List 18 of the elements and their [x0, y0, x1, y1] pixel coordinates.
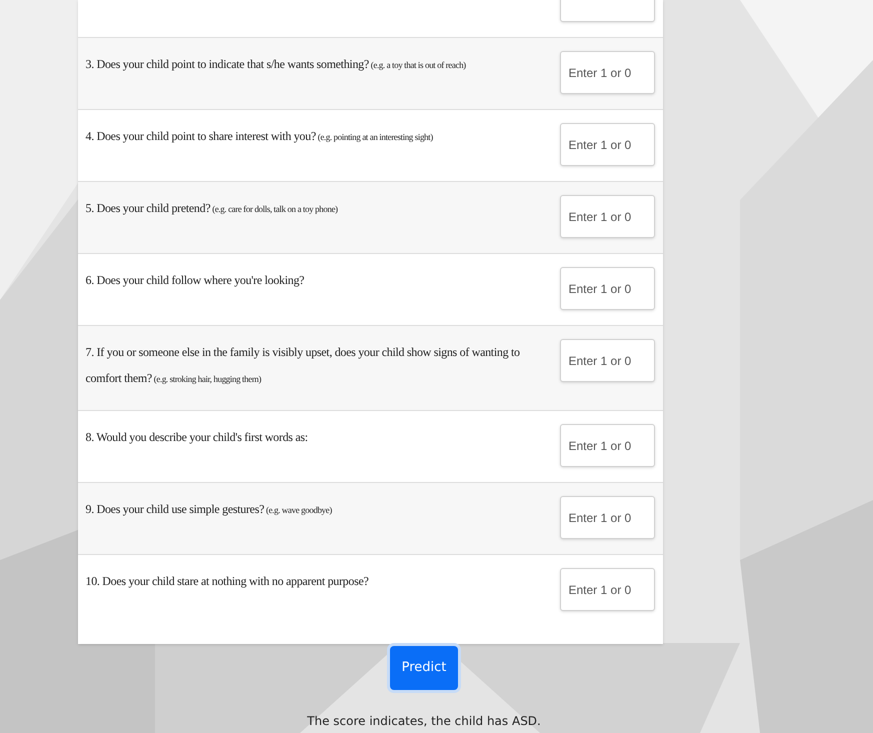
answer-field[interactable]: Enter 1 or 0 — [560, 123, 654, 166]
answer-field[interactable]: Enter 1 or 0 — [560, 267, 654, 310]
answer-field[interactable]: Enter 1 or 0 — [560, 339, 654, 382]
question-text: 6. Does your child follow where you're looking? — [86, 272, 304, 289]
question-text: 5. Does your child pretend?(e.g. care for dolls, talk on a toy phone) — [86, 200, 338, 217]
question-text: 3. Does your child point to indicate that s/he wants something?(e.g. a toy that is out of reach) — [86, 56, 466, 73]
answer-field[interactable]: Enter 1 or 0 — [560, 195, 654, 238]
question-text: 8. Would you describe your child's first words as: — [86, 429, 308, 446]
answer-field[interactable]: Enter 1 or 0 — [560, 424, 654, 467]
answer-field[interactable]: Enter 1 or 0 — [560, 51, 654, 94]
predict-button[interactable]: Predict — [390, 646, 458, 690]
answer-field[interactable]: Enter 1 or 0 — [560, 496, 654, 539]
question-text: 4. Does your child point to share interest with you?(e.g. pointing at an interesting sight) — [86, 128, 433, 145]
question-text: 10. Does your child stare at nothing with no apparent purpose? — [86, 573, 368, 590]
answer-field[interactable]: Enter 1 or 0 — [560, 568, 654, 611]
question-text: 7. If you or someone else in the family is visibly upset, does your child show signs of wanting to comfort them?(e.g. stroking hair, hugging them) — [86, 344, 521, 387]
result-text: The score indicates, the child has ASD. — [307, 713, 541, 730]
question-text: 9. Does your child use simple gestures?(e.g. wave goodbye) — [86, 501, 332, 518]
